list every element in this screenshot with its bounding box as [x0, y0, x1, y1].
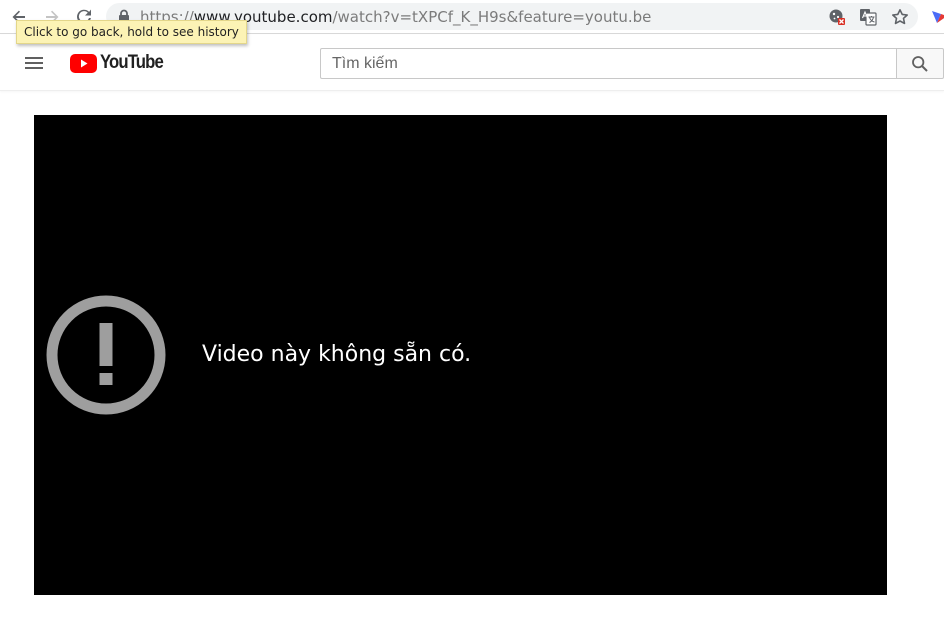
extension-icon[interactable] [930, 7, 944, 25]
search-button[interactable] [896, 48, 944, 79]
translate-icon[interactable] [859, 8, 877, 26]
video-player[interactable]: Video này không sẵn có. [34, 115, 887, 595]
bookmark-star-icon[interactable] [891, 8, 909, 26]
search-input[interactable] [320, 48, 897, 79]
search-icon [912, 55, 928, 72]
youtube-logo[interactable]: YouTube [70, 52, 171, 74]
url-path: /watch?v=tXPCf_K_H9s&feature=youtu.be [332, 8, 652, 26]
video-unavailable-message: Video này không sẵn có. [202, 342, 472, 367]
guide-menu-button[interactable] [22, 51, 46, 75]
cookie-blocked-icon[interactable] [828, 8, 846, 26]
exclamation-circle-icon [46, 295, 166, 415]
youtube-logo-text: YouTube [100, 52, 164, 73]
browser-toolbar: https://www.youtube.com/watch?v=tXPCf_K_… [0, 0, 944, 44]
hamburger-menu-icon [25, 57, 43, 69]
back-button-tooltip: Click to go back, hold to see history [16, 20, 247, 44]
youtube-play-logo-icon [70, 53, 97, 73]
